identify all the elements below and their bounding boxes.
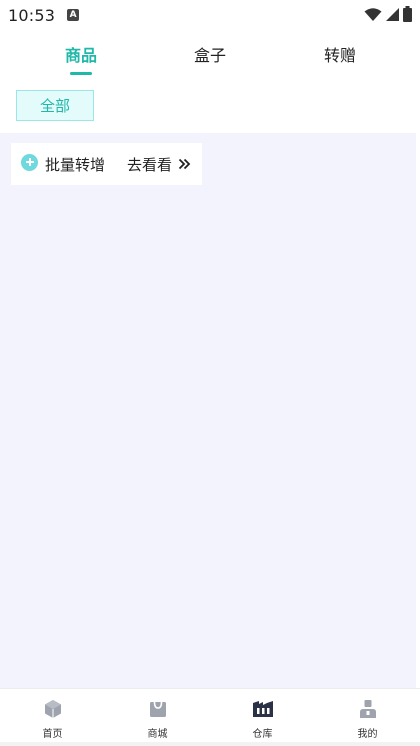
nav-home[interactable]: 首页 — [0, 689, 105, 746]
nav-mine-label: 我的 — [357, 729, 378, 740]
home-indicator — [0, 742, 420, 746]
nav-warehouse[interactable]: 仓库 — [210, 689, 315, 746]
signal-icon — [386, 7, 399, 21]
a-icon: A — [67, 9, 80, 21]
batch-transfer-label: 批量转增 — [45, 155, 106, 174]
bottom-nav: 首页 商城 仓库 我的 — [0, 688, 420, 746]
header: 商品 盒子 转赠 全部 — [0, 30, 420, 133]
status-time: 10:53 — [8, 5, 56, 25]
go-see-link[interactable]: 去看看 — [127, 154, 172, 175]
home-cube-icon — [42, 698, 64, 720]
nav-mall-label: 商城 — [147, 729, 168, 740]
tab-transfer[interactable]: 转赠 — [310, 42, 370, 66]
nav-mall[interactable]: 商城 — [105, 689, 210, 746]
tab-boxes[interactable]: 盒子 — [180, 42, 240, 66]
wifi-icon — [364, 7, 382, 21]
batch-transfer-card[interactable]: 批量转增 去看看 — [11, 143, 202, 185]
status-icons — [364, 6, 412, 22]
active-tab-indicator — [70, 72, 92, 75]
filter-all-chip[interactable]: 全部 — [16, 90, 94, 121]
shopping-bag-icon — [147, 698, 169, 720]
status-bar: 10:53 A — [0, 0, 420, 30]
scrollbar[interactable] — [416, 133, 420, 711]
tab-bar: 商品 盒子 转赠 — [0, 30, 420, 80]
plus-circle-icon — [21, 153, 38, 171]
double-chevron-right-icon — [178, 158, 191, 170]
nav-home-label: 首页 — [42, 729, 63, 740]
tab-goods[interactable]: 商品 — [51, 42, 111, 66]
nav-mine[interactable]: 我的 — [315, 689, 420, 746]
nav-warehouse-label: 仓库 — [252, 729, 273, 740]
profile-icon — [357, 698, 379, 720]
battery-icon — [403, 6, 412, 22]
warehouse-icon — [252, 698, 274, 720]
warehouse-screen: 10:53 A 商品 盒子 转赠 全部 批量转增 去看看 首页 商城 仓库 我的 — [0, 0, 420, 746]
